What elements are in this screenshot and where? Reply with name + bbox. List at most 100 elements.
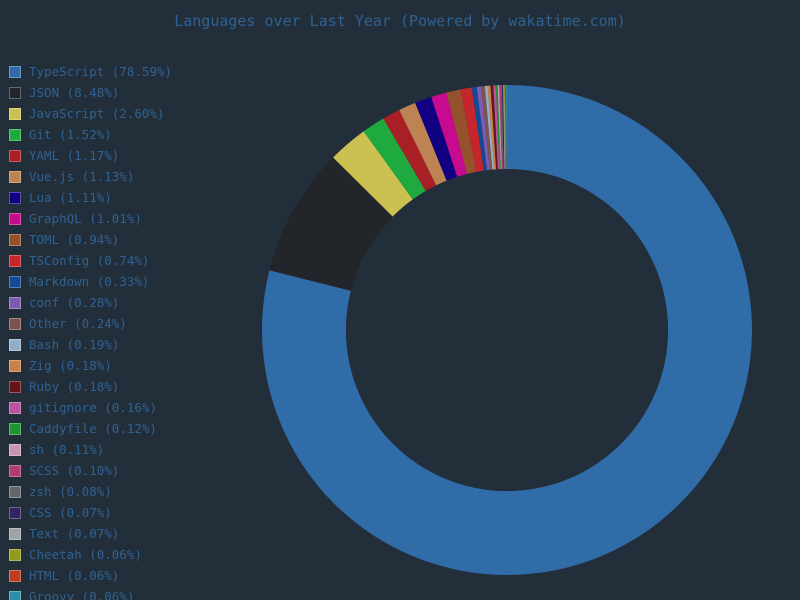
legend-item[interactable]: Other (0.24%)	[9, 313, 259, 334]
legend-color-swatch-icon	[9, 443, 21, 456]
donut-slice[interactable]	[363, 118, 426, 200]
donut-slice[interactable]	[446, 89, 477, 175]
donut-slice[interactable]	[333, 131, 413, 217]
legend-item[interactable]: gitignore (0.16%)	[9, 397, 259, 418]
donut-slice[interactable]	[503, 85, 506, 170]
legend-color-swatch-icon	[9, 401, 21, 414]
donut-slice[interactable]	[502, 85, 505, 170]
legend-color-swatch-icon	[9, 107, 21, 120]
legend-item-label: Other (0.24%)	[29, 316, 127, 331]
legend-item[interactable]: Groovy (0.06%)	[9, 586, 259, 600]
donut-slice[interactable]	[399, 102, 447, 186]
legend-item[interactable]: TSConfig (0.74%)	[9, 250, 259, 271]
legend-item-label: Cheetah (0.06%)	[29, 547, 142, 562]
legend-item[interactable]: sh (0.11%)	[9, 439, 259, 460]
legend-color-swatch-icon	[9, 569, 21, 582]
legend-color-swatch-icon	[9, 548, 21, 561]
legend-item[interactable]: GraphQL (1.01%)	[9, 208, 259, 229]
legend-color-swatch-icon	[9, 128, 21, 141]
legend-color-swatch-icon	[9, 65, 21, 78]
legend-item-label: HTML (0.06%)	[29, 568, 120, 583]
legend-color-swatch-icon	[9, 233, 21, 246]
legend-item-label: Groovy (0.06%)	[29, 589, 135, 600]
legend-item[interactable]: Text (0.07%)	[9, 523, 259, 544]
donut-slice[interactable]	[500, 85, 504, 170]
donut-slice[interactable]	[490, 85, 498, 170]
legend-item-label: YAML (1.17%)	[29, 148, 120, 163]
legend-color-swatch-icon	[9, 338, 21, 351]
legend-color-swatch-icon	[9, 86, 21, 99]
legend-item[interactable]: Vue.js (1.13%)	[9, 166, 259, 187]
legend-color-swatch-icon	[9, 254, 21, 267]
donut-slice-group	[261, 85, 752, 575]
donut-slice[interactable]	[493, 85, 500, 170]
legend-item[interactable]: CSS (0.07%)	[9, 502, 259, 523]
donut-slice[interactable]	[497, 85, 502, 170]
legend-item[interactable]: YAML (1.17%)	[9, 145, 259, 166]
legend-item[interactable]: zsh (0.08%)	[9, 481, 259, 502]
legend-color-swatch-icon	[9, 506, 21, 519]
donut-slice[interactable]	[383, 109, 437, 192]
legend-color-swatch-icon	[9, 527, 21, 540]
legend-color-swatch-icon	[9, 485, 21, 498]
donut-slice[interactable]	[460, 87, 484, 172]
legend-item-label: gitignore (0.16%)	[29, 400, 157, 415]
legend-color-swatch-icon	[9, 422, 21, 435]
legend-item[interactable]: TOML (0.94%)	[9, 229, 259, 250]
legend-item-label: zsh (0.08%)	[29, 484, 112, 499]
legend-item-label: JSON (8.48%)	[29, 85, 120, 100]
donut-slice[interactable]	[505, 85, 507, 170]
legend-item-label: Ruby (0.18%)	[29, 379, 120, 394]
legend-item[interactable]: Git (1.52%)	[9, 124, 259, 145]
legend-item[interactable]: Lua (1.11%)	[9, 187, 259, 208]
legend-color-swatch-icon	[9, 359, 21, 372]
legend-item-label: TSConfig (0.74%)	[29, 253, 150, 268]
donut-slice[interactable]	[431, 92, 468, 177]
legend-item-label: SCSS (0.10%)	[29, 463, 120, 478]
legend-item-label: sh (0.11%)	[29, 442, 105, 457]
legend-item-label: Vue.js (1.13%)	[29, 169, 135, 184]
donut-slice[interactable]	[495, 85, 501, 170]
legend-item-label: TypeScript (78.59%)	[29, 64, 172, 79]
legend-color-swatch-icon	[9, 275, 21, 288]
page-title: Languages over Last Year (Powered by wak…	[174, 12, 626, 30]
legend-item[interactable]: HTML (0.06%)	[9, 565, 259, 586]
legend-item-label: Git (1.52%)	[29, 127, 112, 142]
legend-item-label: CSS (0.07%)	[29, 505, 112, 520]
legend-item[interactable]: conf (0.28%)	[9, 292, 259, 313]
legend-color-swatch-icon	[9, 464, 21, 477]
legend-item[interactable]: JavaScript (2.60%)	[9, 103, 259, 124]
legend-item[interactable]: Bash (0.19%)	[9, 334, 259, 355]
wakatime-languages-chart: Languages over Last Year (Powered by wak…	[0, 0, 800, 600]
legend-color-swatch-icon	[9, 149, 21, 162]
legend: TypeScript (78.59%) JSON (8.48%) JavaScrip…	[9, 61, 259, 600]
legend-item-label: GraphQL (1.01%)	[29, 211, 142, 226]
legend-item-label: Caddyfile (0.12%)	[29, 421, 157, 436]
donut-slice[interactable]	[476, 86, 490, 171]
donut-slice[interactable]	[471, 86, 488, 171]
legend-color-swatch-icon	[9, 212, 21, 225]
donut-slice[interactable]	[487, 85, 497, 170]
legend-color-swatch-icon	[9, 170, 21, 183]
donut-slice[interactable]	[499, 85, 503, 170]
donut-slice[interactable]	[484, 85, 495, 170]
legend-item-label: conf (0.28%)	[29, 295, 120, 310]
donut-center-hole	[346, 169, 668, 491]
legend-item[interactable]: Cheetah (0.06%)	[9, 544, 259, 565]
legend-item[interactable]: JSON (8.48%)	[9, 82, 259, 103]
legend-item[interactable]: Zig (0.18%)	[9, 355, 259, 376]
donut-slice[interactable]	[506, 85, 507, 170]
donut-slice[interactable]	[261, 85, 752, 575]
donut-slice[interactable]	[415, 96, 458, 181]
legend-item-label: TOML (0.94%)	[29, 232, 120, 247]
legend-item[interactable]: Ruby (0.18%)	[9, 376, 259, 397]
legend-item[interactable]: Markdown (0.33%)	[9, 271, 259, 292]
legend-item[interactable]: Caddyfile (0.12%)	[9, 418, 259, 439]
legend-item[interactable]: TypeScript (78.59%)	[9, 61, 259, 82]
donut-slice[interactable]	[269, 157, 393, 291]
donut-slice[interactable]	[481, 86, 493, 170]
legend-item[interactable]: SCSS (0.10%)	[9, 460, 259, 481]
donut-slice[interactable]	[504, 85, 506, 170]
legend-item-label: Text (0.07%)	[29, 526, 120, 541]
legend-item-label: JavaScript (2.60%)	[29, 106, 165, 121]
